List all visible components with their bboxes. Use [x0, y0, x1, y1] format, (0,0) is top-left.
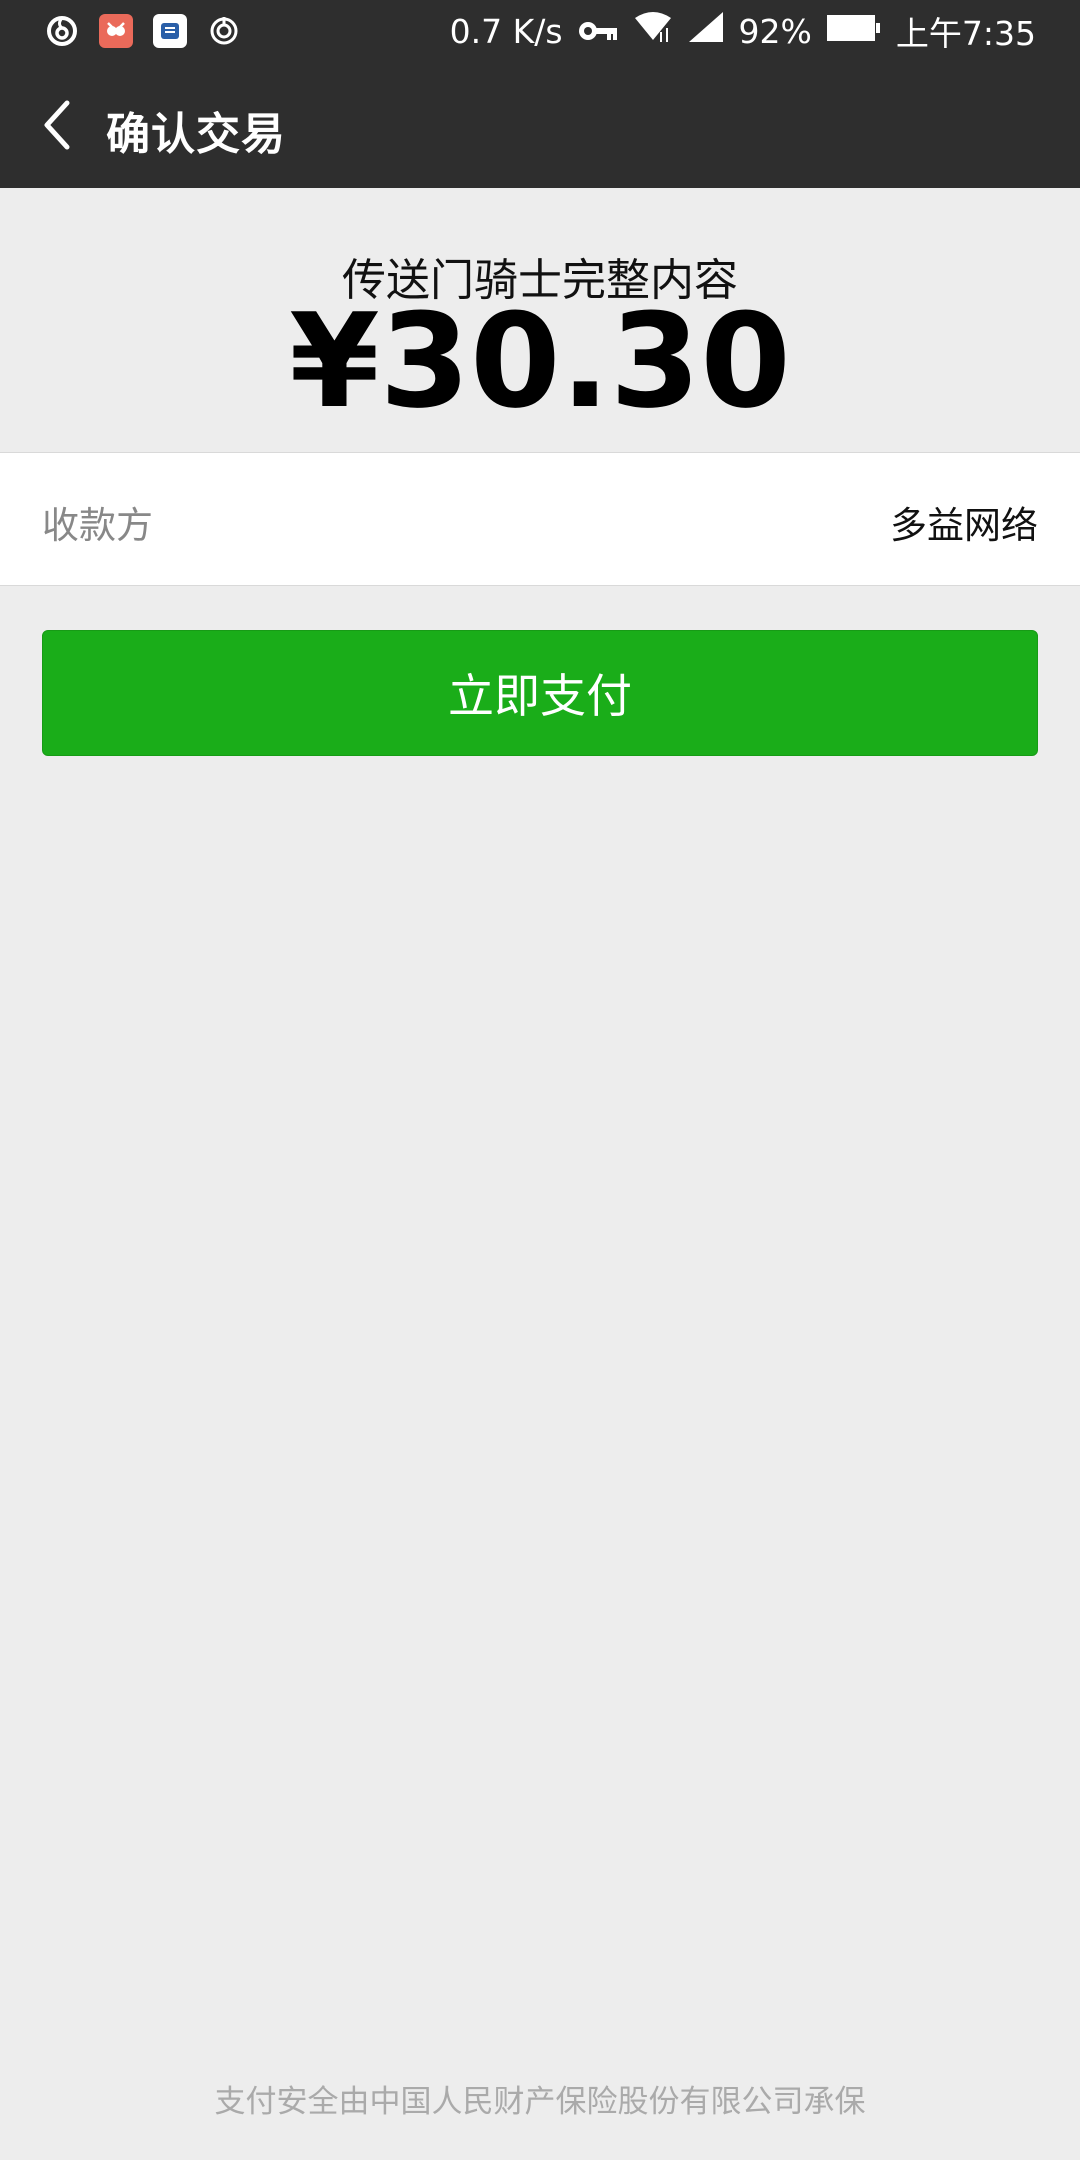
battery-icon	[826, 12, 882, 51]
nav-bar: 确认交易	[0, 62, 1080, 188]
wifi-icon	[633, 10, 673, 52]
page-title: 确认交易	[106, 109, 286, 160]
status-bar: 0.7 K/s 92% 上午7:35	[0, 0, 1080, 62]
pay-now-button[interactable]: 立即支付	[42, 630, 1038, 756]
insurance-note: 支付安全由中国人民财产保险股份有限公司承保	[214, 2084, 866, 2120]
vpn-key-icon	[577, 12, 619, 51]
notification-icons	[44, 12, 242, 50]
back-button[interactable]	[26, 90, 86, 160]
cartoon-app-icon	[98, 13, 134, 49]
payment-amount: ¥30.30	[289, 285, 791, 437]
system-status: 0.7 K/s 92% 上午7:35	[449, 10, 1036, 54]
payee-row: 收款方 多益网络	[0, 452, 1080, 586]
netease-music-icon	[44, 13, 80, 49]
payee-label: 收款方	[42, 504, 153, 547]
location-icon	[206, 13, 242, 49]
chevron-left-icon	[44, 100, 70, 150]
battery-percent: 92%	[738, 11, 812, 51]
clock: 上午7:35	[895, 14, 1036, 53]
signal-icon	[687, 10, 725, 52]
order-summary: 传送门骑士完整内容 ¥30.30	[0, 188, 1080, 452]
net-speed: 0.7 K/s	[449, 11, 563, 51]
news-app-icon	[152, 13, 188, 49]
pay-now-label: 立即支付	[448, 669, 632, 723]
payee-value: 多益网络	[890, 504, 1038, 547]
